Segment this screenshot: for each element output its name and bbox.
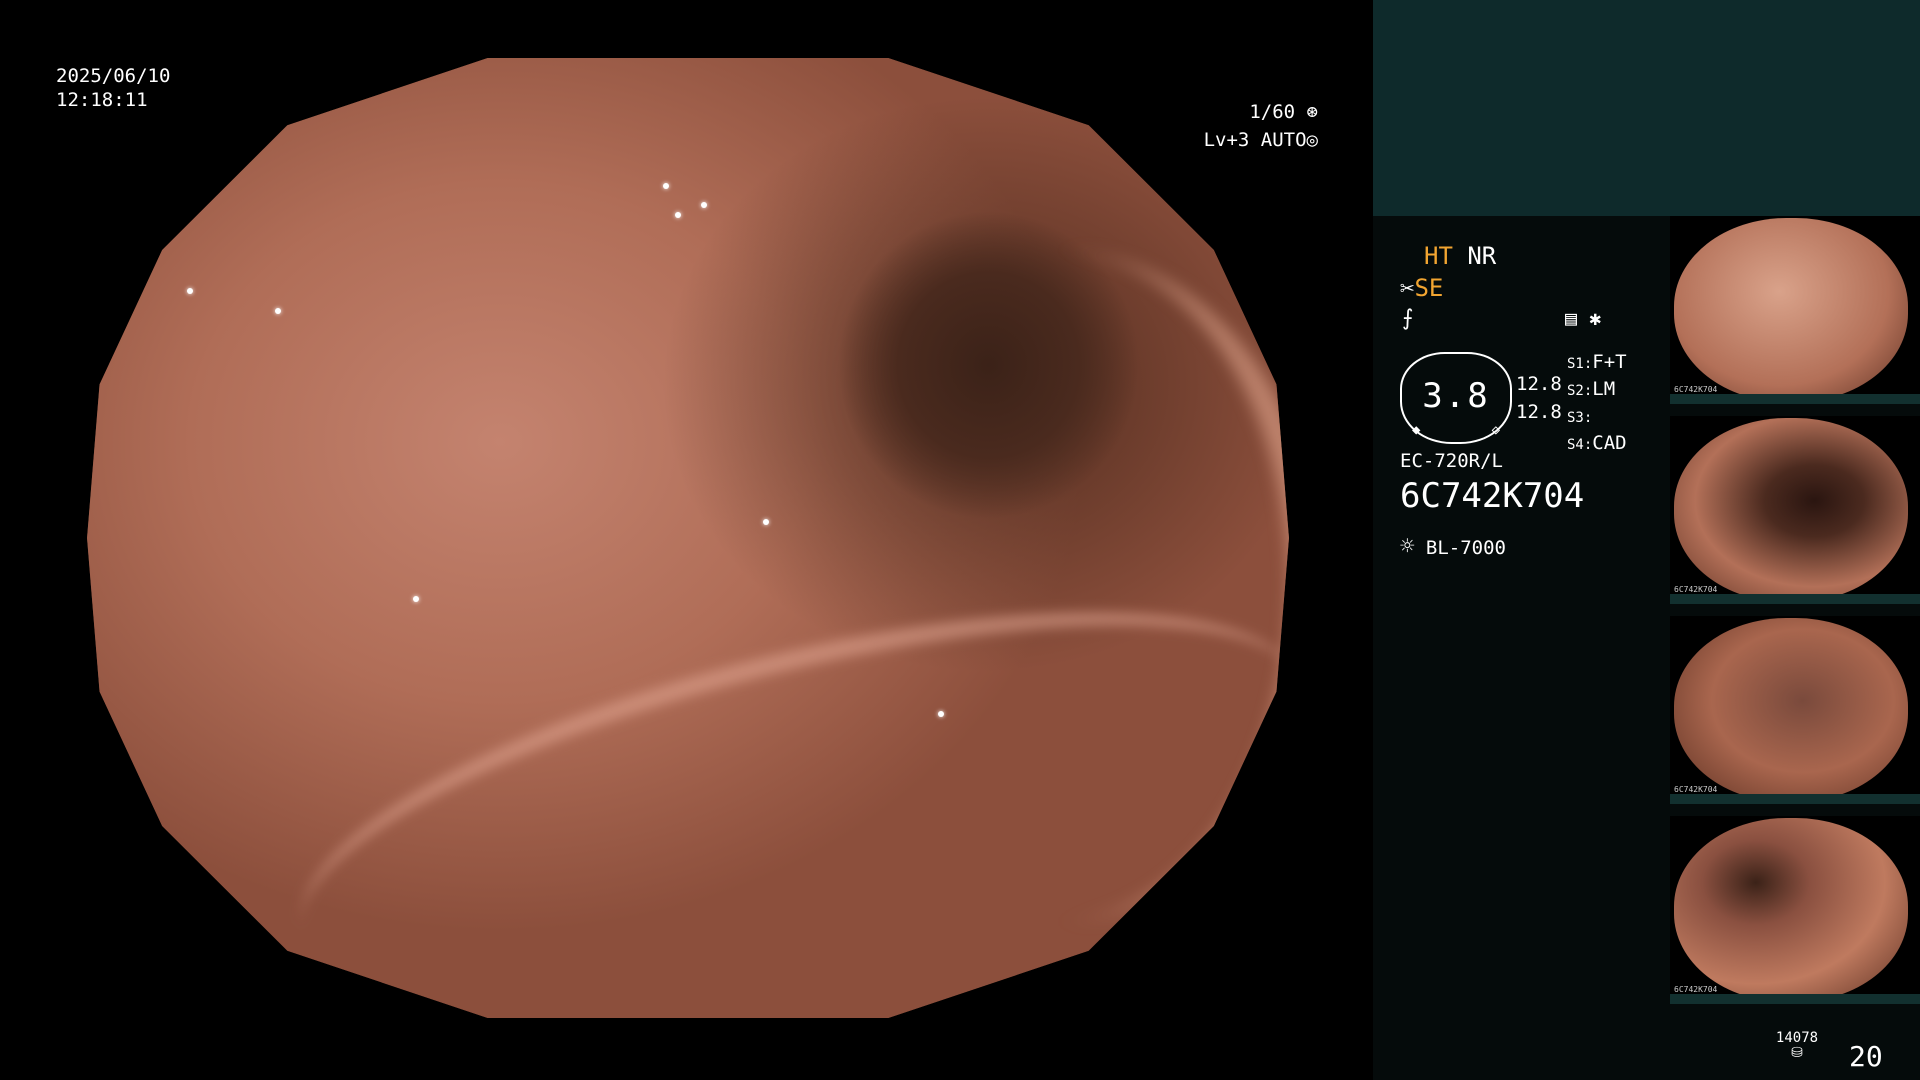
light-reflection [412,595,419,602]
storage-disk-icon: ⛁ [1791,1045,1803,1061]
datetime-readout: 2025/06/10 12:18:11 [56,64,170,112]
thumbnail-bar [1670,794,1920,804]
s1-value: F+T [1592,351,1627,373]
ht-indicator: HT [1424,242,1453,270]
gauge-side-values: 12.8 12.8 [1516,370,1562,426]
iris-icon: ◎ [1306,129,1318,151]
structure-enhancement: ✂SE [1400,274,1443,302]
status-panel: HT NR ✂SE ⨍ ▤ ✱ 3.8 ◆ ◇ 12.8 12.8 S1:F+T… [1373,0,1920,1080]
gauge-left-marker-icon: ◆ [1412,422,1421,438]
zoom-gauge: 3.8 ◆ ◇ [1400,352,1512,444]
storage-indicator: 14078 ⛁ [1767,1030,1827,1060]
panel-header-area [1373,0,1920,216]
iris-mode: AUTO [1260,129,1307,151]
menu-list-icon: ▤ [1565,306,1578,330]
light-reflection [700,202,707,208]
thumbnail-label: 6C742K704 [1674,585,1718,594]
thumbnail-image [1674,818,1908,1002]
thumbnail[interactable]: 6C742K704 [1670,216,1920,404]
endoscope-live-view: 2025/06/10 12:18:11 1/60 ⊛ Lv+3 AUTO◎ [0,0,1373,1080]
brightness-level: Lv+3 [1203,129,1250,151]
time-text: 12:18:11 [56,89,148,111]
light-reflection [274,307,281,314]
s2-value: LM [1592,378,1616,400]
s3-key: S3: [1567,410,1593,426]
image-count: 20 [1849,1040,1883,1073]
nr-indicator: NR [1467,242,1497,270]
thumbnail-image [1674,218,1908,402]
light-reflection [187,288,194,295]
settings-icons: ▤ ✱ [1565,306,1601,330]
light-reflection [763,518,770,525]
date-text: 2025/06/10 [56,65,171,87]
light-reflection [675,211,682,218]
thumbnail-label: 6C742K704 [1674,385,1718,394]
scope-serial: 6C742K704 [1400,476,1585,516]
light-reflection [662,182,669,189]
gauge-right-marker-icon: ◇ [1491,422,1500,438]
scope-model: EC-720R/L [1400,450,1503,472]
switch-assignments: S1:F+T S2:LM S3: S4:CAD [1567,350,1627,458]
freeze-icon: ⨍ [1402,306,1414,331]
scissors-icon: ✂ [1400,274,1415,302]
gauge-value: 3.8 [1422,376,1490,416]
light-bulb-icon: ☼ [1400,532,1415,560]
thumbnail[interactable]: 6C742K704 [1670,616,1920,804]
shutter-speed: 1/60 [1249,101,1296,123]
thumbnail[interactable]: 6C742K704 [1670,416,1920,604]
s2-key: S2: [1567,383,1593,399]
thumbnail-label: 6C742K704 [1674,985,1718,994]
storage-count: 14078 [1775,1030,1819,1046]
s4-key: S4: [1567,437,1593,453]
light-source-model: BL-7000 [1425,537,1506,559]
light-source: ☼ BL-7000 [1400,532,1506,560]
gauge-top-value: 12.8 [1516,373,1562,395]
thumbnail-image [1674,618,1908,802]
asterisk-icon: ✱ [1589,306,1602,330]
thumbnail-image [1674,418,1908,602]
gauge-bottom-value: 12.8 [1516,401,1562,423]
se-indicator: SE [1414,274,1444,302]
thumbnail-bar [1670,994,1920,1004]
captured-image-strip: 6C742K704 6C742K704 6C742K704 6C742K704 [1670,216,1920,1016]
thumbnail[interactable]: 6C742K704 [1670,816,1920,1004]
thumbnail-label: 6C742K704 [1674,785,1718,794]
exposure-readout: 1/60 ⊛ Lv+3 AUTO◎ [1150,98,1318,154]
thumbnail-bar [1670,594,1920,604]
enhancement-status: HT NR [1424,242,1496,270]
endoscopic-image [87,58,1289,1018]
s1-key: S1: [1567,356,1593,372]
s4-value: CAD [1592,432,1627,454]
thumbnail-bar [1670,394,1920,404]
shutter-icon: ⊛ [1295,101,1318,123]
